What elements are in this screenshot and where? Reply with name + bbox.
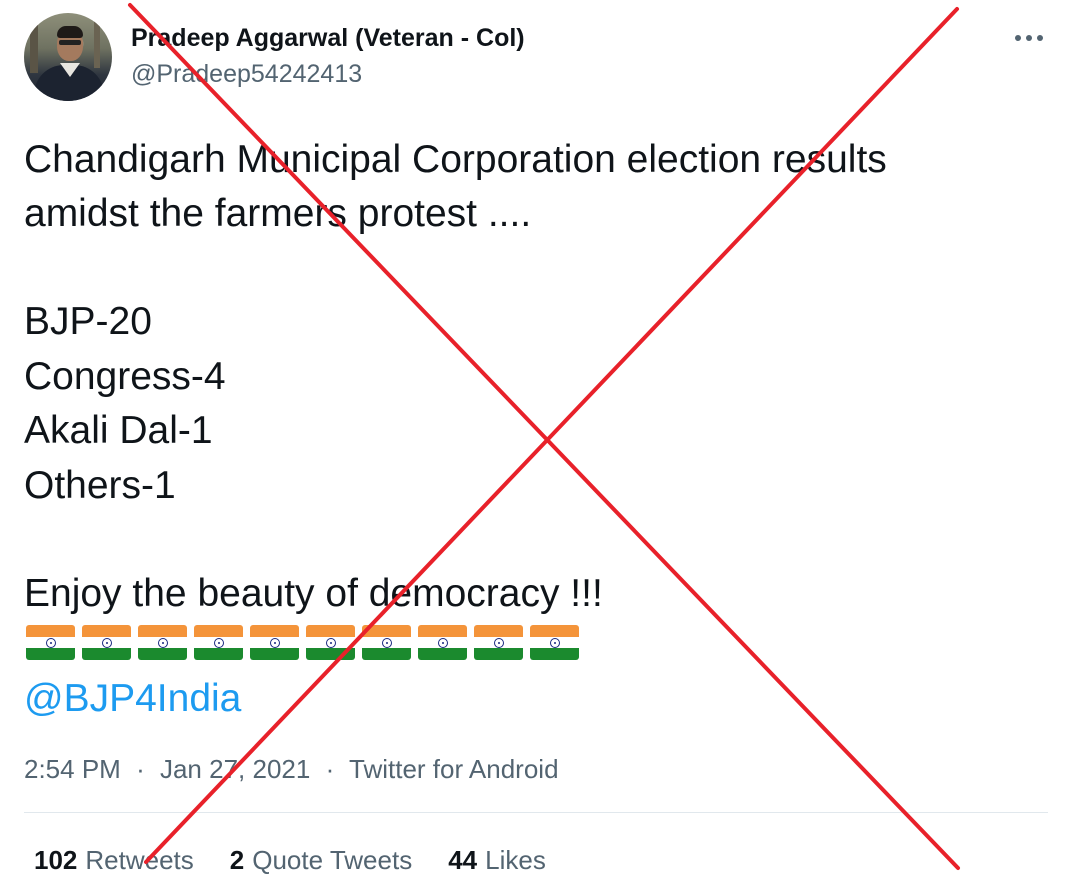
retweets-stat[interactable]: 102 Retweets [34,843,194,877]
meta-separator: · [325,754,335,784]
india-flag-icon [194,625,243,660]
tweet-source[interactable]: Twitter for Android [349,754,559,784]
meta-separator: · [136,754,145,784]
avatar[interactable] [24,13,112,101]
result-item: BJP-20 [24,300,152,343]
india-flag-icon [138,625,187,660]
retweets-count: 102 [34,845,78,875]
tweet-closing-line: Enjoy the beauty of democracy !!! [24,572,603,615]
more-options-icon[interactable] [1004,20,1054,56]
result-item: Congress-4 [24,354,226,398]
mention-link[interactable]: @BJP4India [24,672,241,726]
india-flag-icon [530,625,579,660]
tweet-line: amidst the farmers protest .... [24,192,532,235]
tweet-time[interactable]: 2:54 PM [24,754,121,784]
result-item: Others-1 [24,463,176,507]
india-flag-icon [250,625,299,660]
india-flag-icon [26,625,75,660]
quote-tweets-stat[interactable]: 2 Quote Tweets [230,843,412,877]
author-display-name[interactable]: Pradeep Aggarwal (Veteran - Col) [131,22,525,54]
tweet-meta: 2:54 PM · Jan 27, 2021 · Twitter for And… [24,752,559,786]
author-handle[interactable]: @Pradeep54242413 [131,58,362,90]
india-flag-icon [362,625,411,660]
result-item: Akali Dal-1 [24,409,213,452]
tweet-card: Pradeep Aggarwal (Veteran - Col) @Pradee… [0,0,1080,883]
india-flag-icon [418,625,467,660]
india-flag-icon [474,625,523,660]
quote-tweets-count: 2 [229,845,245,875]
results-list: BJP-20 Congress-4 Akali Dal-1 Others-1 [24,295,1024,513]
likes-count: 44 [448,845,478,875]
india-flag-icon [306,625,355,660]
tweet-line: Chandigarh Municipal Corporation electio… [24,138,887,181]
likes-label: Likes [485,845,546,875]
retweets-label: Retweets [85,845,194,875]
india-flag-icon [82,625,131,660]
tweet-text: Chandigarh Municipal Corporation electio… [24,133,1024,621]
likes-stat[interactable]: 44 Likes [448,843,546,877]
flag-emoji-row [26,625,579,660]
tweet-date[interactable]: Jan 27, 2021 [160,754,310,784]
quote-tweets-label: Quote Tweets [252,845,413,875]
divider [24,812,1048,813]
engagement-stats: 102 Retweets 2 Quote Tweets 44 Likes [34,843,546,877]
